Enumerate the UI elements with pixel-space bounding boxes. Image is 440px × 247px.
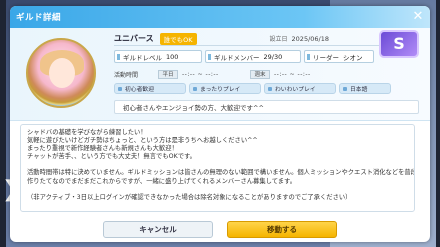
guild-summary: ユニバース 誰でもOK 設立日 2025/06/18 S ギルドレベル 100 ギル… [10,28,430,121]
guild-name: ユニバース [114,34,154,43]
tag-beginner: 初心者歓迎 [114,83,186,94]
screen-edge-right [436,0,440,247]
guild-namebar: ユニバース 誰でもOK 設立日 2025/06/18 [114,32,419,46]
dialog-title: ギルド詳細 [16,13,62,23]
guild-introduction[interactable]: シャドバの基礎を学びながら練習したい！ 気軽に遊びたいけどガチ勢はちょっと、とい… [20,124,415,212]
intro-line: （非アクティブ・3日以上ログインが確認できなかった場合は除名対象になることがあり… [27,193,352,201]
guild-tags: 初心者歓迎 まったりプレイ わいわいプレイ 日本語 [114,83,419,94]
intro-line: 気軽に遊びたいけどガチ勢はちょっと、という方は是非うちへお越しください^^ [27,137,258,145]
weekend-tag: 週末 [250,70,270,79]
intro-line: チャットが苦手、、という方でも大丈夫！無言でもOKです。 [27,153,196,161]
guild-members-stat: ギルドメンバー 29/30 [205,50,301,63]
emblem-face [49,58,75,88]
guild-level-stat: ギルドレベル 100 [114,50,202,63]
guild-rank-badge: S [379,30,419,58]
intro-line: 活動時間帯は特に決めていません。ギルドミッションは皆さんの無理のない範囲で構いま… [27,169,414,177]
guild-detail-dialog: ギルド詳細 ✕ ユニバース 誰でもOK 設立日 2025/06/18 S ギルドレ… [10,6,430,242]
weekday-time: --:-- ~ --:-- [182,71,219,78]
guild-info: ユニバース 誰でもOK 設立日 2025/06/18 S ギルドレベル 100 ギル… [114,30,419,114]
join-policy-badge: 誰でもOK [159,32,197,45]
close-icon[interactable]: ✕ [410,9,426,25]
intro-line [27,186,408,194]
screen-edge-left [0,0,6,247]
intro-line: シャドバの基礎を学びながら練習したい！ [27,129,147,136]
guild-short-description: 初心者さんやエンジョイ勢の方、大歓迎です^^ [114,100,419,114]
weekday-tag: 平日 [158,70,178,79]
dialog-footer: キャンセル 移動する [10,216,430,242]
weekend-time: --:-- ~ --:-- [274,71,311,78]
tag-casual: まったりプレイ [189,83,261,94]
guild-emblem [26,38,96,108]
established-date: 2025/06/18 [291,35,329,43]
dialog-header: ギルド詳細 [10,6,430,28]
activity-time-label: 活動時間 [114,72,139,79]
established-label: 設立日 2025/06/18 [269,35,329,43]
intro-line: 作りたてなのでまだまだこれからですが、一緒に盛り上げてくれるメンバーさん募集して… [27,177,297,185]
tag-japanese: 日本語 [339,83,391,94]
tag-lively: わいわいプレイ [264,83,336,94]
cancel-button[interactable]: キャンセル [103,220,213,238]
guild-leader-stat: リーダー シオン [304,50,374,63]
guild-stats: ギルドレベル 100 ギルドメンバー 29/30 リーダー シオン [114,50,419,63]
move-button[interactable]: 移動する [227,220,337,238]
activity-time-row: 活動時間 平日 --:-- ~ --:-- 週末 --:-- ~ --:-- [114,70,419,79]
